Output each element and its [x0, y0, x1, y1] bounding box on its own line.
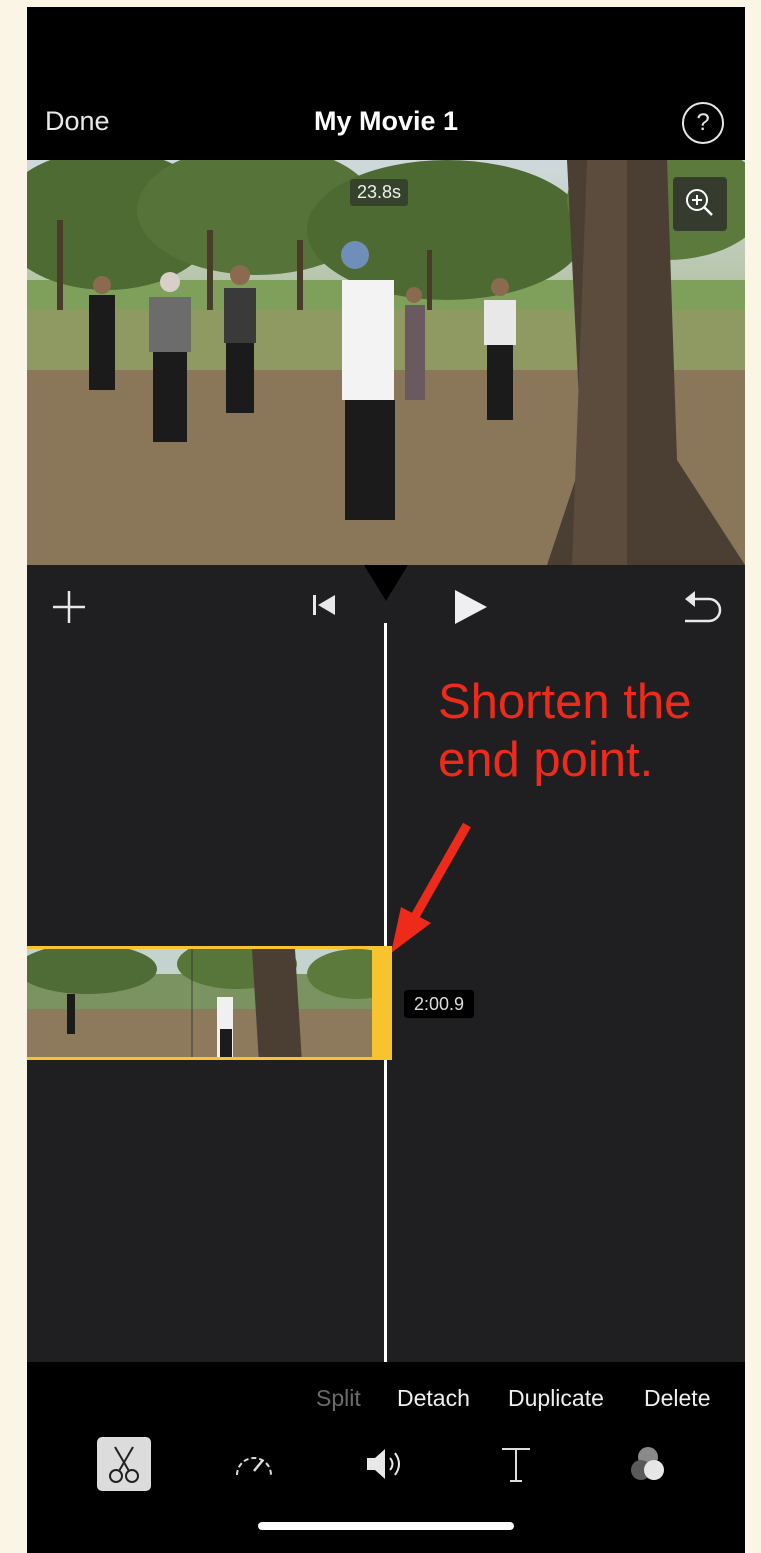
annotation-line-2: end point. [438, 733, 654, 787]
add-media-button[interactable] [51, 589, 87, 630]
clip-end-trim-handle[interactable] [372, 946, 392, 1060]
speaker-icon [367, 1449, 400, 1479]
speedometer-icon [236, 1457, 272, 1476]
app-screen: Done My Movie 1 ? 23.8s Shorten the end … [27, 7, 745, 1553]
video-preview[interactable]: 23.8s [27, 160, 745, 565]
skip-back-icon [313, 595, 335, 615]
plus-icon [53, 591, 85, 623]
video-clip[interactable] [27, 946, 392, 1060]
text-icon [502, 1448, 530, 1482]
filters-icon [631, 1447, 664, 1480]
tab-titles[interactable] [489, 1437, 543, 1491]
zoom-button[interactable] [673, 177, 727, 231]
play-icon [455, 590, 487, 624]
top-bar: Done My Movie 1 ? [27, 92, 745, 152]
duplicate-button[interactable]: Duplicate [508, 1385, 604, 1412]
play-button[interactable] [451, 587, 491, 632]
detach-button[interactable]: Detach [397, 1385, 470, 1412]
timeline-editor: Shorten the end point. 2:00.9 [27, 565, 745, 1362]
park-scene-image [27, 160, 745, 565]
skip-to-start-button[interactable] [311, 593, 339, 622]
undo-icon [685, 591, 722, 623]
playhead-notch [364, 565, 408, 601]
split-button[interactable]: Split [316, 1385, 361, 1412]
home-indicator [258, 1522, 514, 1530]
tab-actions[interactable] [97, 1437, 151, 1491]
undo-button[interactable] [681, 589, 723, 632]
annotation-text: Shorten the end point. [438, 673, 738, 789]
movie-title: My Movie 1 [313, 106, 459, 136]
clip-duration-badge: 23.8s [350, 179, 409, 206]
annotation-arrow-icon [391, 822, 471, 953]
scissors-icon [109, 1446, 139, 1483]
tab-filters[interactable] [621, 1437, 675, 1491]
clip-thumbnails [27, 949, 389, 1057]
annotation-line-1: Shorten the [438, 675, 692, 729]
zoom-in-icon [686, 189, 713, 216]
delete-button[interactable]: Delete [644, 1385, 710, 1412]
clip-time-badge: 2:00.9 [404, 990, 475, 1018]
tab-volume[interactable] [359, 1437, 413, 1491]
help-button[interactable]: ? [682, 102, 724, 144]
tab-speed[interactable] [227, 1437, 281, 1491]
